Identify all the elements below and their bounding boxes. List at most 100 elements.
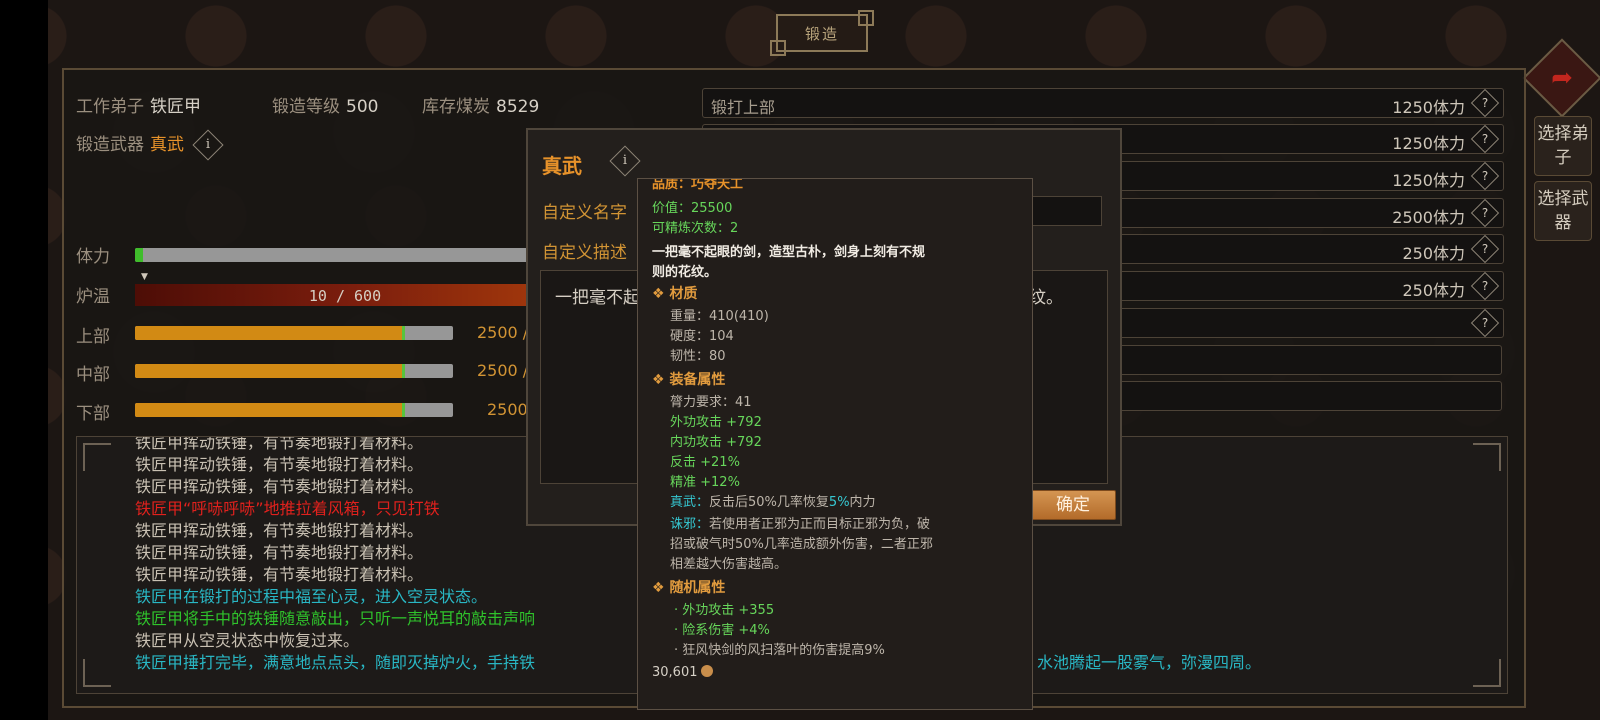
desc-text: 一把毫不起 (555, 288, 640, 308)
log-line-2: 铁匠甲挥动铁锤，有节奏地锻打着材料。 (135, 455, 424, 474)
upper-bar-fill (135, 326, 403, 340)
upper-value: 2500 / (477, 323, 529, 342)
heat-pointer-icon: ▼ (141, 272, 148, 282)
step-cost: 1250体力 (1392, 134, 1465, 153)
corner-ornament (83, 443, 111, 471)
tip-coins: 30,601 (652, 665, 713, 680)
coal-label: 库存煤炭 (422, 97, 490, 117)
tip-material-head: 材质 (652, 283, 697, 303)
confirm-button[interactable]: 确定 (1030, 490, 1116, 520)
custom-name-label: 自定义名字 (542, 203, 627, 223)
lower-bar-fill (135, 403, 403, 417)
tip-desc-line1: 一把毫不起眼的剑，造型古朴，剑身上刻有不规 (652, 245, 926, 260)
step-cost: 1250体力 (1392, 171, 1465, 190)
tip-toughness: 韧性：80 (670, 349, 726, 364)
custom-desc-label: 自定义描述 (542, 243, 627, 263)
log-line-10: 铁匠甲从空灵状态中恢复过来。 (135, 631, 360, 650)
log-line-4: 铁匠甲“呼哧呼哧”地推拉着风箱，只见打铁 (135, 499, 440, 518)
lower-label: 下部 (76, 404, 110, 424)
heat-value: 10 / 600 (308, 287, 382, 305)
tip-random-head: 随机属性 (652, 577, 725, 597)
corner-ornament (1473, 443, 1501, 471)
tip-random-3: · 狂风快剑的风扫落叶的伤害提高9% (674, 643, 885, 658)
log-line-5: 铁匠甲挥动铁锤，有节奏地锻打着材料。 (135, 521, 424, 540)
middle-bar (135, 364, 453, 378)
help-icon[interactable]: ? (1470, 308, 1500, 338)
select-weapon-button[interactable]: 选择武器 (1534, 181, 1592, 241)
middle-bar-marker (402, 364, 406, 378)
stamina-bar-fill (135, 248, 144, 262)
help-icon[interactable]: ? (1470, 234, 1500, 264)
dialog-info-icon[interactable]: i (609, 145, 641, 177)
step-cost: 1250体力 (1392, 98, 1465, 117)
tip-zhenwu-text-b: 内力 (849, 495, 876, 510)
help-icon[interactable]: ? (1470, 124, 1500, 154)
help-icon[interactable]: ? (1470, 88, 1500, 118)
middle-label: 中部 (76, 365, 110, 385)
weapon-info-icon[interactable]: i (192, 129, 224, 161)
tip-value: 价值：25500 (652, 201, 733, 216)
coin-icon (700, 665, 713, 677)
step-cost: 2500体力 (1392, 208, 1465, 227)
weapon-value: 真武 (150, 135, 184, 155)
step-row-1[interactable]: 锻打上部 1250体力 ? (702, 88, 1504, 118)
weapon-info: 锻造武器 真武 i (76, 129, 224, 161)
log-line-11-tail: 水池腾起一股雾气，弥漫四周。 (1037, 653, 1262, 672)
lower-bar-marker (402, 403, 406, 417)
item-tooltip: 品质：巧夺天工 价值：25500 可精炼次数：2 一把毫不起眼的剑，造型古朴，剑… (637, 178, 1033, 710)
tip-coins-value: 30,601 (652, 665, 698, 680)
corner-ornament (83, 659, 111, 687)
disciple-label: 工作弟子 (76, 97, 144, 117)
tip-hardness: 硬度：104 (670, 329, 734, 344)
help-icon[interactable]: ? (1470, 271, 1500, 301)
log-line-11: 铁匠甲捶打完毕，满意地点点头，随即灭掉炉火，手持铁 (135, 653, 536, 672)
left-black-strip (0, 0, 48, 720)
forge-level-info: 锻造等级 500 (272, 92, 378, 117)
dialog-title: 真武 (542, 154, 582, 178)
tip-zhenwu: 真武：反击后50%几率恢复5%内力 (670, 491, 876, 510)
help-icon[interactable]: ? (1470, 198, 1500, 228)
corner-ornament (1473, 659, 1501, 687)
middle-bar-fill (135, 364, 403, 378)
log-line-3: 铁匠甲挥动铁锤，有节奏地锻打着材料。 (135, 477, 424, 496)
log-line-7: 铁匠甲挥动铁锤，有节奏地锻打着材料。 (135, 565, 424, 584)
tip-weight: 重量：410(410) (670, 309, 769, 324)
tip-inner-atk: 内功攻击 +792 (670, 435, 762, 450)
tip-equip-head: 装备属性 (652, 369, 725, 389)
coal-value: 8529 (496, 97, 540, 117)
tip-desc-line2: 则的花纹。 (652, 265, 718, 280)
middle-value: 2500 / (477, 361, 529, 380)
log-line-6: 铁匠甲挥动铁锤，有节奏地锻打着材料。 (135, 543, 424, 562)
disciple-value: 铁匠甲 (150, 97, 201, 117)
tip-zhuxie-line2: 招或破气时50%几率造成额外伤害，二者正邪 (670, 537, 933, 552)
weapon-label: 锻造武器 (76, 135, 144, 155)
log-line-8: 铁匠甲在锻打的过程中福至心灵，进入空灵状态。 (135, 587, 488, 606)
upper-bar (135, 326, 453, 340)
forge-level-label: 锻造等级 (272, 97, 340, 117)
step-cost: 250体力 (1402, 281, 1465, 300)
tip-zhuxie-line1: 诛邪：若使用者正邪为正而目标正邪为负，破 (670, 513, 930, 532)
back-arrow-icon: ➦ (1551, 63, 1573, 93)
tip-random-1: · 外功攻击 +355 (674, 603, 775, 618)
select-disciple-button[interactable]: 选择弟子 (1534, 116, 1592, 176)
step-cost: 250体力 (1402, 244, 1465, 263)
help-icon[interactable]: ? (1470, 161, 1500, 191)
page-title: 锻造 (770, 10, 874, 56)
disciple-info: 工作弟子 铁匠甲 (76, 92, 201, 117)
tip-outer-atk: 外功攻击 +792 (670, 415, 762, 430)
stamina-label: 体力 (76, 247, 110, 267)
tip-strength-req: 膂力要求：41 (670, 395, 752, 410)
upper-label: 上部 (76, 327, 110, 347)
lower-value: 2500 (487, 400, 528, 419)
tip-zhenwu-name: 真武： (670, 495, 710, 510)
step-label: 锻打上部 (711, 98, 776, 117)
tip-precision: 精准 +12% (670, 475, 740, 490)
forge-level-value: 500 (346, 97, 379, 117)
tip-refine: 可精炼次数：2 (652, 221, 739, 236)
tip-counter: 反击 +21% (670, 455, 740, 470)
page-title-text: 锻造 (804, 24, 839, 43)
upper-bar-marker (402, 326, 406, 340)
tip-random-2: · 险系伤害 +4% (674, 623, 770, 638)
lower-bar (135, 403, 453, 417)
tip-zhenwu-pct: 5% (828, 495, 850, 510)
